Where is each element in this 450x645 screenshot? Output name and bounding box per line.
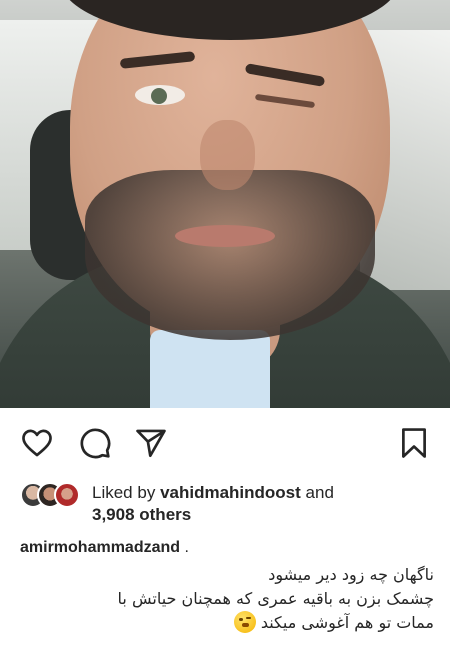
bookmark-icon (402, 428, 426, 458)
caption: amirmohammadzand . ناگهان چه زود دیر میش… (20, 537, 434, 635)
lips (175, 225, 275, 247)
avatar[interactable] (54, 482, 80, 508)
liked-by-line: Liked by vahidmahindoost and (92, 482, 334, 504)
post-photo[interactable] (0, 0, 450, 408)
caption-line-1: ناگهان چه زود دیر میشود (268, 565, 434, 584)
speech-bubble-icon (80, 428, 111, 459)
nose (200, 120, 255, 190)
liked-by-and: and (305, 483, 334, 502)
caption-line-3-row: ممات تو هم آغوشی میکند (20, 611, 434, 635)
beard (85, 170, 375, 340)
caption-username[interactable]: amirmohammadzand (20, 539, 180, 556)
winking-face-icon (233, 611, 256, 633)
undershirt-collar (150, 330, 270, 408)
likes-summary: Liked by vahidmahindoost and 3,908 other… (20, 480, 430, 526)
share-button[interactable] (134, 426, 168, 460)
caption-separator: . (184, 539, 189, 556)
heart-icon (22, 429, 52, 457)
open-eye (135, 85, 185, 105)
comment-button[interactable] (78, 426, 112, 460)
action-bar (0, 408, 450, 478)
save-button[interactable] (397, 426, 431, 460)
like-button[interactable] (20, 426, 54, 460)
paper-plane-icon (136, 429, 166, 458)
liker-avatars[interactable] (20, 482, 84, 508)
caption-author: amirmohammadzand . (20, 537, 434, 559)
caption-line-2: چشمک بزن به باقیه عمری که همچنان حیاتش ب… (117, 589, 434, 608)
liked-by-prefix: Liked by (92, 483, 156, 502)
liker-username[interactable]: vahidmahindoost (160, 483, 301, 502)
others-count[interactable]: 3,908 others (92, 504, 191, 526)
caption-line-3: ممات تو هم آغوشی میکند (260, 613, 434, 632)
